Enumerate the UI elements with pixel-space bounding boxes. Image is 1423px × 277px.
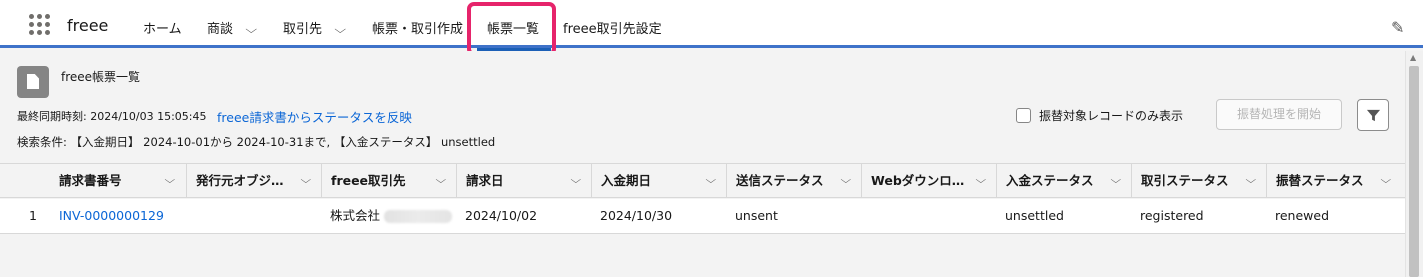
last-sync-time: 最終同期時刻: 2024/10/03 15:05:45 bbox=[17, 110, 207, 123]
partner-cell: 株式会社 bbox=[321, 199, 453, 234]
nav-tab-document-create[interactable]: 帳票・取引作成 bbox=[372, 18, 463, 37]
send-status-cell: unsent bbox=[735, 208, 778, 223]
nav-tab-label: freee取引先設定 bbox=[563, 22, 662, 37]
scrollbar-thumb[interactable] bbox=[1409, 66, 1419, 277]
empty-area bbox=[0, 235, 1405, 277]
table-row: 1 INV-0000000129 株式会社 2024/10/02 2024/10… bbox=[0, 199, 1405, 234]
chevron-down-icon[interactable]: ⌵ bbox=[1381, 164, 1392, 197]
checkbox-label: 振替対象レコードのみ表示 bbox=[1039, 109, 1184, 123]
payment-status-cell: unsettled bbox=[1005, 208, 1064, 223]
chevron-down-icon[interactable]: ⌵ bbox=[165, 164, 176, 197]
chevron-down-icon[interactable]: ⌵ bbox=[976, 164, 987, 197]
chevron-down-icon[interactable]: ⌵ bbox=[571, 164, 582, 197]
chevron-down-icon[interactable]: ⌵ bbox=[706, 164, 717, 197]
column-header[interactable]: 振替ステータス ⌵ bbox=[1266, 164, 1402, 198]
search-conditions: 検索条件: 【入金期日】 2024-10-01から 2024-10-31まで, … bbox=[17, 135, 496, 149]
column-header[interactable]: 発行元オブジ… ⌵ bbox=[186, 164, 322, 198]
nav-tab-deals[interactable]: 商談 ⌵ bbox=[207, 18, 257, 37]
start-transfer-button[interactable]: 振替処理を開始 bbox=[1216, 99, 1342, 130]
chevron-down-icon[interactable]: ⌵ bbox=[1111, 164, 1122, 197]
web-download-cell bbox=[861, 199, 870, 234]
table-header: 請求書番号 ⌵ 発行元オブジ… ⌵ freee取引先 ⌵ 請求日 ⌵ 入金期日 ⌵ 送信ス… bbox=[0, 164, 1405, 198]
chevron-down-icon[interactable]: ⌵ bbox=[436, 164, 447, 197]
chevron-down-icon[interactable]: ⌵ bbox=[301, 164, 312, 197]
transfer-only-checkbox[interactable] bbox=[1016, 108, 1031, 123]
global-nav-bar: freee ホーム 商談 ⌵ 取引先 ⌵ 帳票・取引作成 帳票一覧 freee取引先… bbox=[0, 0, 1423, 51]
column-header[interactable]: 請求日 ⌵ bbox=[456, 164, 592, 198]
document-icon bbox=[17, 66, 49, 98]
column-header[interactable]: Webダウンロ… ⌵ bbox=[861, 164, 997, 198]
nav-tab-freee-settings[interactable]: freee取引先設定 bbox=[563, 18, 662, 37]
deal-status-cell: registered bbox=[1140, 208, 1204, 223]
highlight-annotation bbox=[467, 2, 556, 56]
sync-status-link[interactable]: freee請求書からステータスを反映 bbox=[217, 107, 412, 126]
nav-tab-label: 取引先 bbox=[283, 22, 323, 37]
filter-icon bbox=[1366, 109, 1381, 122]
issuer-cell bbox=[186, 199, 195, 234]
invoice-date-cell: 2024/10/02 bbox=[465, 208, 538, 223]
invoice-number-link[interactable]: INV-0000000129 bbox=[50, 199, 164, 234]
column-header[interactable]: 入金期日 ⌵ bbox=[591, 164, 727, 198]
chevron-down-icon[interactable]: ⌵ bbox=[1246, 164, 1257, 197]
page-title: freee帳票一覧 bbox=[61, 70, 141, 84]
pencil-icon[interactable]: ✎ bbox=[1391, 18, 1404, 37]
redacted-text bbox=[384, 210, 453, 223]
column-header[interactable]: 入金ステータス ⌵ bbox=[996, 164, 1132, 198]
column-header[interactable]: freee取引先 ⌵ bbox=[321, 164, 457, 198]
partner-name: 株式会社 bbox=[330, 208, 381, 223]
scroll-up-icon[interactable]: ▲ bbox=[1410, 53, 1416, 62]
nav-tab-home[interactable]: ホーム bbox=[143, 18, 182, 37]
chevron-down-icon[interactable]: ⌵ bbox=[841, 164, 852, 197]
column-header[interactable]: 送信ステータス ⌵ bbox=[726, 164, 862, 198]
chevron-down-icon[interactable]: ⌵ bbox=[245, 23, 257, 37]
nav-tab-label: ホーム bbox=[143, 22, 182, 37]
column-header[interactable]: 請求書番号 ⌵ bbox=[50, 164, 186, 198]
nav-tab-accounts[interactable]: 取引先 ⌵ bbox=[283, 18, 346, 37]
chevron-down-icon[interactable]: ⌵ bbox=[334, 23, 346, 37]
nav-tab-label: 商談 bbox=[207, 22, 234, 37]
filter-button[interactable] bbox=[1357, 99, 1389, 131]
transfer-status-cell: renewed bbox=[1275, 208, 1330, 223]
app-launcher-icon[interactable] bbox=[29, 14, 51, 36]
nav-tab-label: 帳票・取引作成 bbox=[372, 22, 464, 37]
app-name: freee bbox=[67, 16, 109, 35]
due-date-cell: 2024/10/30 bbox=[600, 208, 673, 223]
row-number: 1 bbox=[29, 208, 37, 223]
transfer-only-filter[interactable]: 振替対象レコードのみ表示 bbox=[1016, 107, 1183, 124]
column-header[interactable]: 取引ステータス ⌵ bbox=[1131, 164, 1267, 198]
